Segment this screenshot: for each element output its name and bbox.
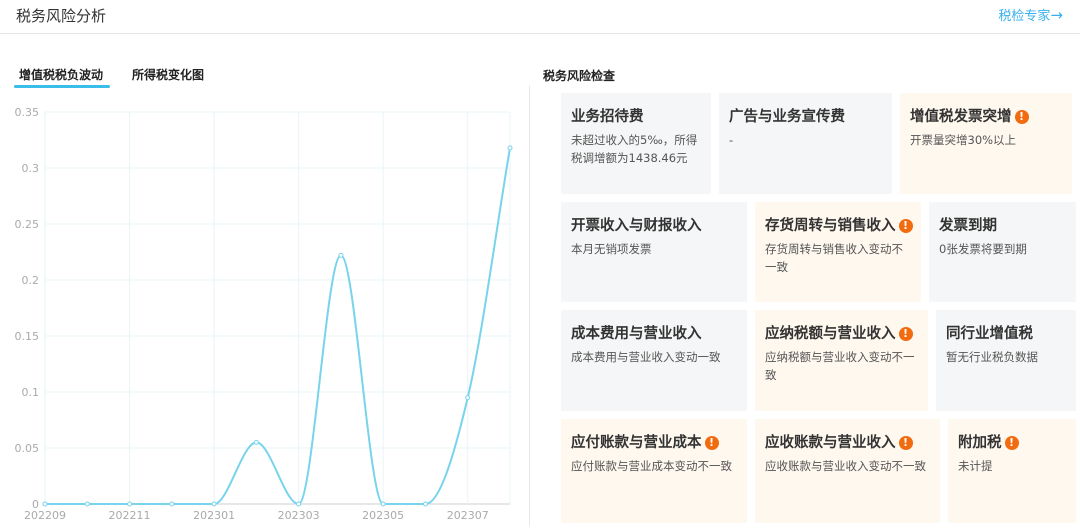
y-tick-label: 0.2 xyxy=(22,274,40,287)
tab-income-tax[interactable]: 所得税变化图 xyxy=(132,66,204,83)
card-desc: 0张发票将要到期 xyxy=(939,242,1027,256)
tab-vat-burden[interactable]: 增值税税负波动 xyxy=(19,66,103,83)
card-title: 发票到期 xyxy=(939,218,997,234)
x-tick-label: 202303 xyxy=(278,509,320,522)
data-point xyxy=(465,395,471,401)
data-point xyxy=(127,501,133,507)
x-tick-label: 202211 xyxy=(109,509,151,522)
y-tick-label: 0.1 xyxy=(22,386,40,399)
risk-card-cost-vs-revenue[interactable]: 成本费用与营业收入 成本费用与营业收入变动一致 xyxy=(561,310,747,411)
y-tick-label: 0.3 xyxy=(22,162,40,175)
risk-card-payables-vs-cost[interactable]: 应付账款与营业成本! 应付账款与营业成本变动不一致 xyxy=(561,419,747,523)
risk-card-invoice-surge[interactable]: 增值税发票突增! 开票量突增30%以上 xyxy=(900,93,1072,194)
warning-icon: ! xyxy=(898,436,913,450)
card-desc: 应付账款与营业成本变动不一致 xyxy=(571,459,732,473)
warning-icon: ! xyxy=(1014,110,1029,124)
line-chart: 00.050.10.150.20.250.30.35202209 202211 20… xyxy=(15,106,513,522)
card-title: 开票收入与财报收入 xyxy=(571,218,702,234)
card-desc: 存货周转与销售收入变动不一致 xyxy=(765,242,903,274)
data-point xyxy=(253,439,259,445)
card-desc: 成本费用与营业收入变动一致 xyxy=(571,350,721,364)
warning-icon: ! xyxy=(704,436,719,450)
data-point xyxy=(42,501,48,507)
x-tick-label: 202209 xyxy=(24,509,66,522)
warning-icon: ! xyxy=(1004,436,1019,450)
y-tick-label: 0.25 xyxy=(15,218,40,231)
warning-icon: ! xyxy=(898,219,913,233)
card-desc: 本月无销项发票 xyxy=(571,242,652,256)
card-desc: 开票量突增30%以上 xyxy=(910,133,1017,147)
card-title: 成本费用与营业收入 xyxy=(571,326,702,342)
series-line xyxy=(45,147,511,506)
arrow-right-icon: → xyxy=(1050,6,1063,24)
section-divider xyxy=(529,86,530,526)
card-title: 应付账款与营业成本! xyxy=(571,433,739,453)
warning-icon: ! xyxy=(898,327,913,341)
risk-card-advertising[interactable]: 广告与业务宣传费 - xyxy=(719,93,892,194)
risk-card-surtax[interactable]: 附加税! 未计提 xyxy=(948,419,1076,523)
data-point xyxy=(169,501,175,507)
card-desc: 未超过收入的5‰，所得税调增额为1438.46元 xyxy=(571,133,698,165)
card-desc: 暂无行业税负数据 xyxy=(946,350,1038,364)
risk-card-invoice-expiry[interactable]: 发票到期 0张发票将要到期 xyxy=(929,202,1076,302)
data-point xyxy=(296,501,302,507)
x-tick-label: 202305 xyxy=(362,509,404,522)
card-title: 业务招待费 xyxy=(571,109,644,125)
y-tick-label: 0.35 xyxy=(15,106,40,119)
card-title: 广告与业务宣传费 xyxy=(729,109,845,125)
risk-check-title: 税务风险检查 xyxy=(543,69,616,83)
x-tick-label: 202301 xyxy=(193,509,235,522)
risk-card-receivables-vs-revenue[interactable]: 应收账款与营业收入! 应收账款与营业收入变动不一致 xyxy=(755,419,940,523)
card-title: 应纳税额与营业收入! xyxy=(765,324,920,344)
risk-card-invoice-vs-report[interactable]: 开票收入与财报收入 本月无销项发票 xyxy=(561,202,747,302)
risk-card-industry-vat[interactable]: 同行业增值税 暂无行业税负数据 xyxy=(936,310,1076,411)
card-title: 存货周转与销售收入! xyxy=(765,216,913,236)
risk-card-inventory-turnover[interactable]: 存货周转与销售收入! 存货周转与销售收入变动不一致 xyxy=(755,202,921,302)
y-tick-label: 0.05 xyxy=(15,442,40,455)
page-title: 税务风险分析 xyxy=(16,7,107,25)
card-title: 附加税! xyxy=(958,433,1068,453)
tax-expert-link[interactable]: 税检专家→ xyxy=(998,5,1063,24)
active-tab-indicator xyxy=(14,85,110,88)
vat-burden-chart: 0 0.05 0.1 0.15 0.2 0.25 0.3 0.35 202209 202211 20… xyxy=(0,98,516,528)
card-desc: 未计提 xyxy=(958,459,993,473)
tax-expert-label: 税检专家 xyxy=(998,9,1051,24)
risk-card-entertainment[interactable]: 业务招待费 未超过收入的5‰，所得税调增额为1438.46元 xyxy=(561,93,711,194)
data-point xyxy=(84,501,90,507)
data-point xyxy=(507,145,513,151)
card-title: 同行业增值税 xyxy=(946,326,1033,342)
data-point xyxy=(380,501,386,507)
page-header: 税务风险分析 税检专家→ xyxy=(0,0,1080,34)
card-title: 应收账款与营业收入! xyxy=(765,433,932,453)
y-tick-label: 0.15 xyxy=(15,330,40,343)
card-desc: 应纳税额与营业收入变动不一致 xyxy=(765,350,915,382)
data-point xyxy=(338,252,344,258)
risk-card-tax-vs-revenue[interactable]: 应纳税额与营业收入! 应纳税额与营业收入变动不一致 xyxy=(755,310,928,411)
x-tick-label: 202307 xyxy=(447,509,489,522)
card-desc: - xyxy=(729,133,734,147)
card-title: 增值税发票突增! xyxy=(910,107,1064,127)
data-point xyxy=(422,501,428,507)
data-point xyxy=(211,501,217,507)
card-desc: 应收账款与营业收入变动不一致 xyxy=(765,459,926,473)
